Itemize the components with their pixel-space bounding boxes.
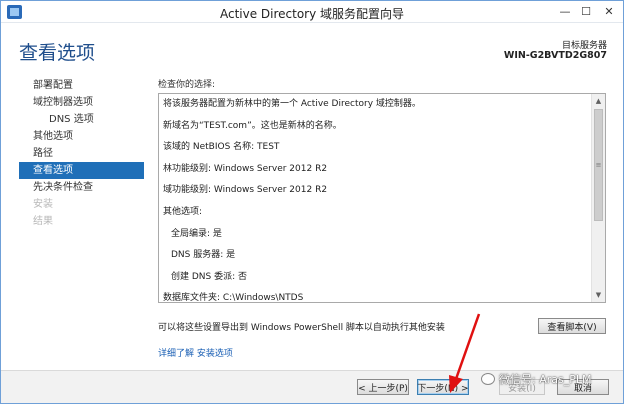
sidebar-item-paths[interactable]: 路径 — [19, 145, 144, 162]
review-text-box[interactable]: 将该服务器配置为新林中的第一个 Active Directory 域控制器。 新域… — [158, 93, 606, 303]
sidebar-item-results: 结果 — [33, 216, 53, 227]
review-line — [163, 236, 593, 247]
sidebar-item-dc-options[interactable]: 域控制器选项 — [19, 94, 144, 111]
learn-more-install-options-link[interactable]: 详细了解 安装选项 — [158, 346, 233, 359]
review-line: 新域名为“TEST.com”。这也是新林的名称。 — [163, 120, 342, 131]
page-title: 查看选项 — [19, 42, 96, 64]
scroll-thumb[interactable]: ≡ — [594, 109, 603, 221]
review-line: 全局编录: 是 — [171, 228, 222, 239]
next-button[interactable]: 下一步(N) > — [417, 379, 469, 395]
scroll-up-arrow-icon[interactable]: ▲ — [592, 94, 605, 108]
wizard-steps-sidebar: 部署配置 域控制器选项 DNS 选项 其他选项 路径 查看选项 先决条件检查 安… — [19, 77, 144, 230]
window-title: Active Directory 域服务配置向导 — [219, 7, 405, 21]
review-line: 数据库文件夹: C:\Windows\NTDS — [163, 293, 304, 303]
sidebar-item-deployment-config[interactable]: 部署配置 — [19, 77, 144, 94]
review-line: 林功能级别: Windows Server 2012 R2 — [163, 163, 328, 174]
sidebar-item-review-options[interactable]: 查看选项 — [19, 162, 144, 179]
minimize-button[interactable]: — — [555, 3, 575, 20]
review-line: 该域的 NetBIOS 名称: TEST — [163, 142, 280, 153]
close-button[interactable]: ✕ — [599, 3, 619, 20]
wizard-header: 查看选项 目标服务器 WIN-G2BVTD2G807 — [1, 24, 623, 72]
target-server-name: WIN-G2BVTD2G807 — [503, 50, 607, 61]
title-bar: Active Directory 域服务配置向导 — ☐ ✕ — [1, 1, 623, 23]
sidebar-item-installation: 安装 — [33, 199, 53, 210]
sidebar-item-dns-options[interactable]: DNS 选项 — [19, 111, 144, 128]
sidebar-item-prerequisites-check[interactable]: 先决条件检查 — [19, 179, 144, 196]
review-lines: 将该服务器配置为新林中的第一个 Active Directory 域控制器。 新域… — [163, 96, 593, 303]
review-line: DNS 服务器: 是 — [171, 250, 236, 261]
watermark-text: 微信号: Aras_PLM — [499, 373, 592, 386]
wizard-window: Active Directory 域服务配置向导 — ☐ ✕ 查看选项 目标服务… — [0, 0, 624, 404]
review-line: 域功能级别: Windows Server 2012 R2 — [163, 185, 328, 196]
review-line: 其他选项: — [163, 206, 203, 217]
review-line — [163, 215, 593, 226]
maximize-button[interactable]: ☐ — [576, 3, 596, 20]
previous-button[interactable]: < 上一步(P) — [357, 379, 409, 395]
scroll-down-arrow-icon[interactable]: ▼ — [592, 288, 605, 302]
wechat-icon — [481, 373, 495, 385]
review-scrollbar[interactable]: ▲ ≡ ▼ — [591, 94, 605, 302]
view-script-button[interactable]: 查看脚本(V) — [538, 318, 606, 334]
review-line: 将该服务器配置为新林中的第一个 Active Directory 域控制器。 — [163, 99, 421, 109]
review-selections-label: 检查你的选择: — [158, 80, 216, 90]
export-powershell-text: 可以将这些设置导出到 Windows PowerShell 脚本以自动执行其他安… — [158, 323, 445, 333]
sidebar-item-additional-options[interactable]: 其他选项 — [19, 128, 144, 145]
review-line: 创建 DNS 委派: 否 — [171, 271, 247, 282]
